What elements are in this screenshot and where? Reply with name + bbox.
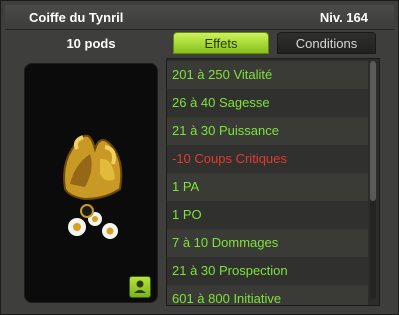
effects-list[interactable]: 201 à 250 Vitalité 26 à 40 Sagesse 21 à … [166,58,380,306]
effect-text: 7 à 10 Dommages [172,235,279,250]
effect-text: 21 à 30 Puissance [172,123,279,138]
effect-row: 21 à 30 Puissance [167,117,368,145]
effect-row: 7 à 10 Dommages [167,229,368,257]
effect-text: 21 à 30 Prospection [172,263,288,278]
effect-text: 26 à 40 Sagesse [172,95,270,110]
tab-conditions[interactable]: Conditions [277,32,376,54]
item-image-panel [24,63,158,303]
effect-text: 601 à 800 Initiative [172,291,282,306]
effect-text: 1 PO [172,207,202,222]
effect-row: 1 PA [167,173,368,201]
tynril-hat-icon [63,134,123,239]
effect-row: -10 Coups Critiques [167,145,368,173]
item-details-window: Coiffe du Tynril Niv. 164 10 pods Effets… [0,0,399,315]
effect-text: -10 Coups Critiques [172,151,287,166]
effect-row: 21 à 30 Prospection [167,257,368,285]
tab-effets[interactable]: Effets [173,32,269,54]
effects-scrollbar-thumb[interactable] [370,61,376,201]
item-weight: 10 pods [66,36,116,51]
usable-item-button[interactable] [129,276,151,298]
item-level: Niv. 164 [319,10,368,25]
title-bar: Coiffe du Tynril Niv. 164 [5,5,394,30]
effect-row: 1 PO [167,201,368,229]
bust-icon [134,280,146,293]
item-title: Coiffe du Tynril [29,10,124,25]
effect-text: 1 PA [172,179,200,194]
effect-row: 201 à 250 Vitalité [167,61,368,89]
effect-row: 601 à 800 Initiative [167,285,368,306]
effect-row: 26 à 40 Sagesse [167,89,368,117]
effect-text: 201 à 250 Vitalité [172,67,273,82]
